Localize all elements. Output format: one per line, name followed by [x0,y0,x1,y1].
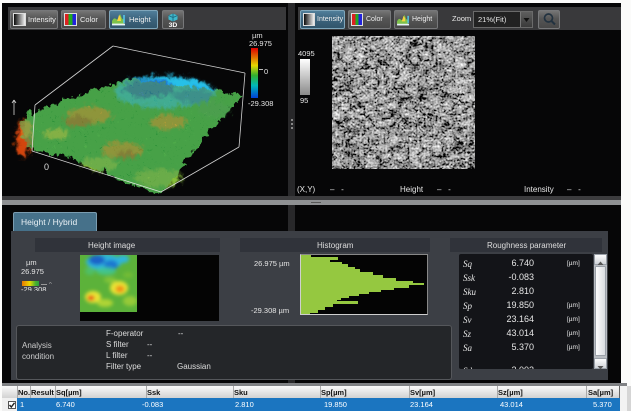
svg-text:0: 0 [44,162,49,172]
svg-text:3D: 3D [169,22,178,28]
